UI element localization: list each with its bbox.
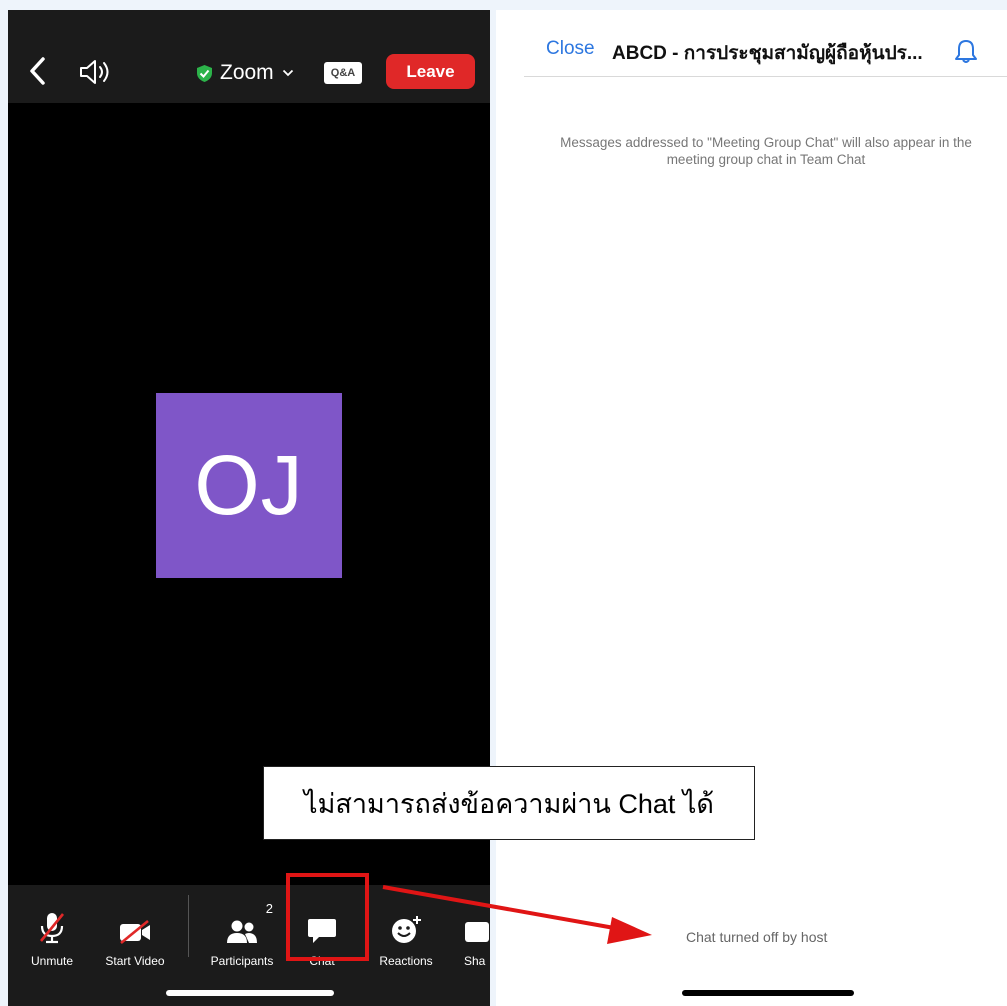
video-off-icon (120, 919, 150, 945)
speaker-icon[interactable] (78, 58, 114, 86)
unmute-button[interactable]: Unmute (22, 885, 82, 973)
home-indicator (166, 990, 334, 996)
meeting-title: Zoom (220, 61, 274, 84)
unmute-label: Unmute (30, 954, 74, 968)
meeting-top-bar: Zoom Q&A Leave (8, 10, 490, 103)
toolbar-divider (188, 895, 189, 957)
participants-button[interactable]: 2 Participants (202, 885, 282, 973)
meeting-screen: Zoom Q&A Leave OJ Unmute Start Video 2 P… (8, 10, 490, 1006)
home-indicator (682, 990, 854, 996)
chat-disabled-status: Chat turned off by host (686, 929, 828, 945)
leave-button[interactable]: Leave (386, 54, 475, 89)
back-arrow-icon[interactable] (26, 54, 50, 88)
qa-button[interactable]: Q&A (324, 62, 362, 84)
bell-icon[interactable] (954, 38, 978, 64)
start-video-button[interactable]: Start Video (98, 885, 172, 973)
chat-highlight-box (286, 873, 369, 961)
chat-notice: Messages addressed to "Meeting Group Cha… (560, 135, 972, 167)
chevron-down-icon (282, 69, 293, 77)
chat-title: ABCD - การประชุมสามัญผู้ถือหุ้นปร... (612, 43, 923, 64)
annotation-callout: ไม่สามารถส่งข้อความผ่าน Chat ได้ (263, 766, 755, 840)
share-button[interactable]: Sha (464, 885, 490, 973)
participants-count: 2 (265, 901, 273, 916)
reactions-label: Reactions (379, 954, 433, 968)
meeting-title-dropdown[interactable]: Zoom (196, 60, 294, 86)
participants-icon (227, 920, 257, 943)
chat-panel: Close ABCD - การประชุมสามัญผู้ถือหุ้นปร.… (496, 10, 1007, 1006)
reactions-icon (392, 916, 421, 943)
share-icon (465, 922, 489, 942)
start-video-label: Start Video (105, 954, 165, 968)
share-label: Sha (464, 954, 486, 968)
meeting-toolbar: Unmute Start Video 2 Participants Chat R… (8, 885, 490, 1006)
close-button[interactable]: Close (546, 38, 595, 60)
muted-mic-icon (39, 913, 65, 944)
reactions-button[interactable]: Reactions (372, 885, 440, 973)
shield-check-icon (197, 64, 212, 82)
chat-header: Close ABCD - การประชุมสามัญผู้ถือหุ้นปร.… (524, 10, 1007, 77)
participants-label: Participants (210, 954, 274, 968)
participant-avatar: OJ (156, 393, 342, 578)
